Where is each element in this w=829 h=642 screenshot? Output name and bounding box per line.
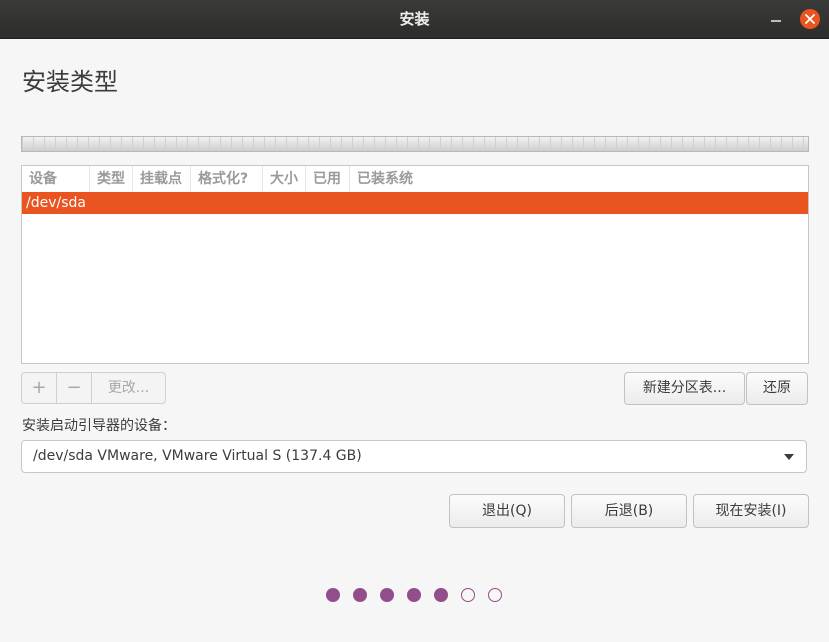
column-used[interactable]: 已用 bbox=[306, 166, 350, 192]
partition-edit-group: + − 更改... bbox=[21, 372, 166, 404]
install-now-button[interactable]: 现在安装(I) bbox=[693, 494, 809, 528]
step-dot bbox=[326, 588, 340, 602]
step-dot bbox=[380, 588, 394, 602]
page-title: 安装类型 bbox=[22, 68, 118, 96]
table-row[interactable]: /dev/sda bbox=[22, 192, 808, 214]
device-cell: /dev/sda bbox=[26, 195, 86, 211]
partition-table[interactable]: 设备 类型 挂载点 格式化? 大小 已用 已装系统 /dev/sda bbox=[21, 165, 809, 364]
step-dot bbox=[488, 588, 502, 602]
step-dot bbox=[461, 588, 475, 602]
table-header: 设备 类型 挂载点 格式化? 大小 已用 已装系统 bbox=[22, 166, 808, 192]
title-bar: 安装 bbox=[0, 0, 829, 39]
window-title: 安装 bbox=[399, 10, 430, 28]
boot-device-value: /dev/sda VMware, VMware Virtual S (137.4… bbox=[33, 448, 362, 464]
step-dot bbox=[353, 588, 367, 602]
boot-device-label: 安装启动引导器的设备： bbox=[22, 418, 176, 434]
remove-partition-button[interactable]: − bbox=[57, 373, 92, 403]
boot-device-select[interactable]: /dev/sda VMware, VMware Virtual S (137.4… bbox=[21, 440, 807, 473]
close-icon bbox=[805, 14, 815, 24]
column-mount[interactable]: 挂载点 bbox=[133, 166, 191, 192]
column-size[interactable]: 大小 bbox=[263, 166, 306, 192]
change-partition-button[interactable]: 更改... bbox=[92, 373, 165, 403]
column-system[interactable]: 已装系统 bbox=[350, 166, 440, 192]
step-dot bbox=[407, 588, 421, 602]
column-format[interactable]: 格式化? bbox=[191, 166, 263, 192]
add-partition-button[interactable]: + bbox=[22, 373, 57, 403]
column-type[interactable]: 类型 bbox=[90, 166, 133, 192]
revert-button[interactable]: 还原 bbox=[746, 372, 808, 405]
quit-button[interactable]: 退出(Q) bbox=[449, 494, 565, 528]
minimize-button[interactable] bbox=[768, 12, 784, 26]
back-button[interactable]: 后退(B) bbox=[571, 494, 687, 528]
column-device[interactable]: 设备 bbox=[22, 166, 90, 192]
step-indicator bbox=[326, 588, 506, 602]
step-dot bbox=[434, 588, 448, 602]
close-button[interactable] bbox=[800, 9, 820, 29]
new-partition-table-button[interactable]: 新建分区表... bbox=[624, 372, 745, 405]
chevron-down-icon bbox=[784, 454, 794, 460]
partition-bar bbox=[21, 136, 809, 152]
